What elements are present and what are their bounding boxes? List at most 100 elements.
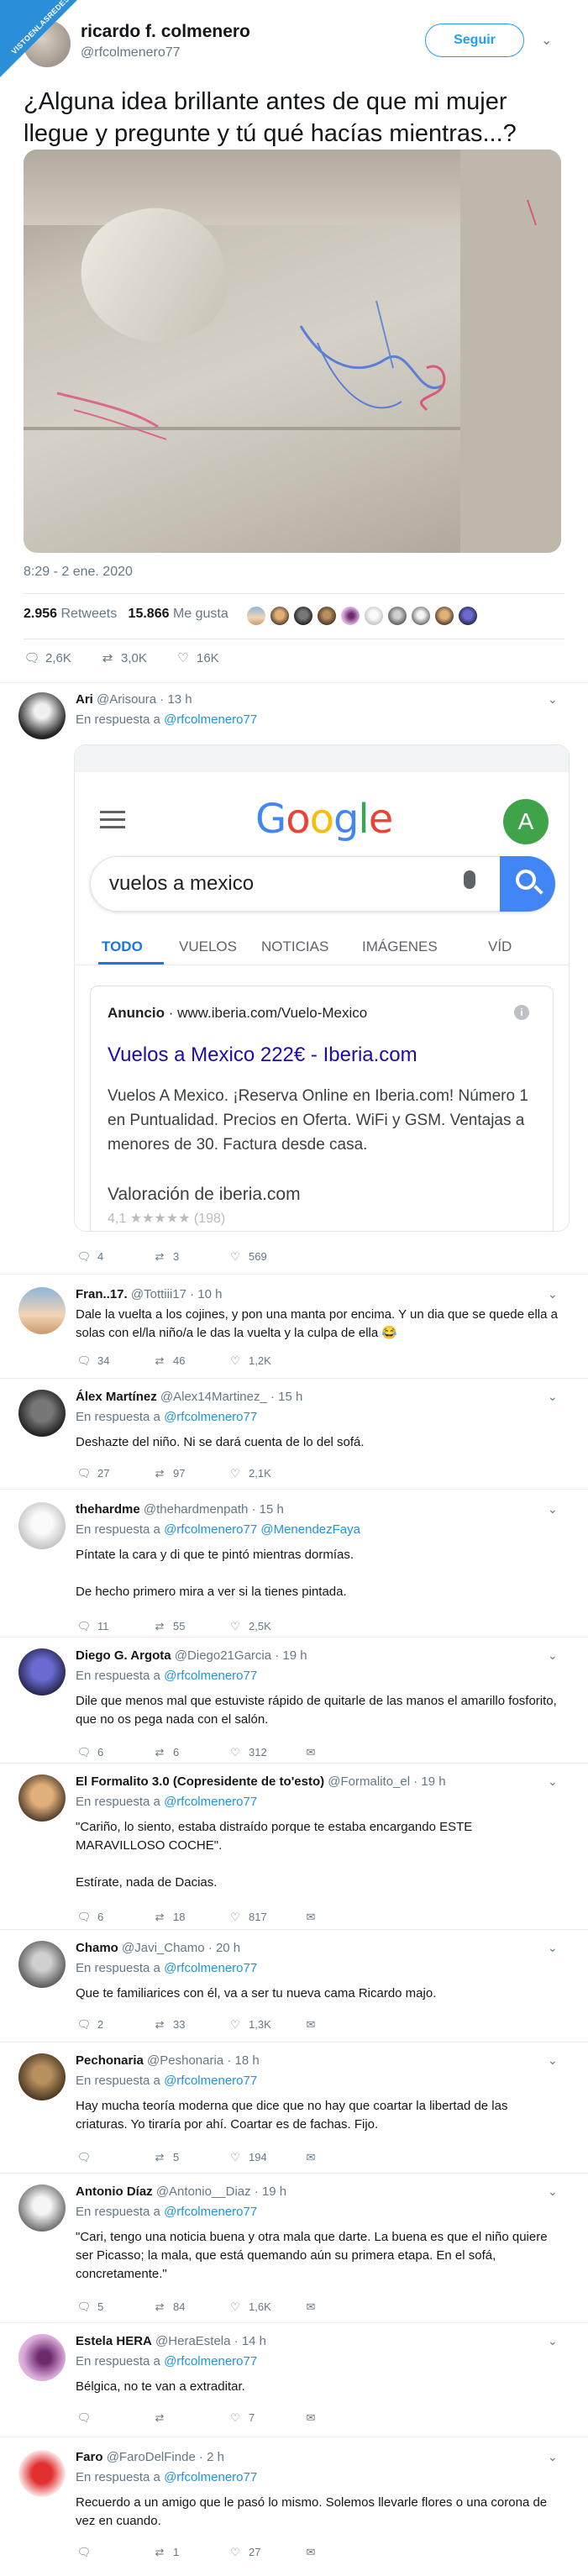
retweet-action[interactable]: ⇄ 55 bbox=[151, 1620, 186, 1633]
chevron-down-icon[interactable]: ⌄ bbox=[548, 1648, 558, 1663]
reply-action[interactable]: 🗨 11 bbox=[76, 1620, 109, 1633]
message-action[interactable]: ✉ bbox=[302, 2546, 324, 2559]
chevron-down-icon[interactable]: ⌄ bbox=[541, 32, 552, 49]
reply-author[interactable]: Antonio Díaz @Antonio__Diaz · 19 h bbox=[76, 2184, 286, 2199]
reply-action[interactable]: 🗨 bbox=[76, 2546, 97, 2559]
mention-link[interactable]: @rfcolmenero77 @MenendezFaya bbox=[164, 1522, 360, 1537]
message-action[interactable]: ✉ bbox=[302, 2300, 324, 2314]
like-action[interactable]: ♡ 2,1K bbox=[227, 1467, 271, 1480]
avatar[interactable] bbox=[18, 692, 66, 739]
liker-avatar[interactable] bbox=[363, 605, 385, 627]
liker-avatar[interactable] bbox=[386, 605, 408, 627]
retweet-action[interactable]: ⇄ 3,0K bbox=[99, 650, 147, 665]
avatar[interactable] bbox=[18, 1774, 66, 1822]
liker-avatar[interactable] bbox=[269, 605, 291, 627]
chevron-down-icon[interactable]: ⌄ bbox=[548, 1502, 558, 1517]
reply-author[interactable]: Estela HERA @HeraEstela · 14 h bbox=[76, 2334, 266, 2348]
mention-link[interactable]: @rfcolmenero77 bbox=[164, 1410, 257, 1424]
reply-author[interactable]: thehardme @thehardmenpath · 15 h bbox=[76, 1502, 284, 1517]
retweet-action[interactable]: ⇄ 18 bbox=[151, 1911, 186, 1924]
retweet-action[interactable]: ⇄ 3 bbox=[151, 1250, 180, 1264]
mention-link[interactable]: @rfcolmenero77 bbox=[164, 2470, 257, 2484]
liker-avatar[interactable] bbox=[410, 605, 432, 627]
chevron-down-icon[interactable]: ⌄ bbox=[548, 1774, 558, 1789]
reply-author[interactable]: Fran..17. @Tottiii17 · 10 h bbox=[76, 1287, 223, 1301]
like-action[interactable]: ♡ 1,3K bbox=[227, 2018, 271, 2032]
liker-avatar[interactable] bbox=[316, 605, 338, 627]
like-action[interactable]: ♡ 1,6K bbox=[227, 2300, 271, 2314]
like-action[interactable]: ♡ 1,2K bbox=[227, 1354, 271, 1368]
reply-author[interactable]: Faro @FaroDelFinde · 2 h bbox=[76, 2450, 224, 2464]
mention-link[interactable]: @rfcolmenero77 bbox=[164, 1961, 257, 1975]
like-action[interactable]: ♡ 16K bbox=[175, 650, 218, 665]
avatar[interactable] bbox=[18, 1287, 66, 1334]
author-name[interactable]: ricardo f. colmenero bbox=[81, 22, 250, 42]
reply-action[interactable]: 🗨 27 bbox=[76, 1467, 110, 1480]
reply-image[interactable]: Google A vuelos a mexico TODO VUELOS NOT… bbox=[74, 744, 570, 1232]
chevron-down-icon[interactable]: ⌄ bbox=[548, 2184, 558, 2199]
liker-avatar[interactable] bbox=[457, 605, 479, 627]
reply-action[interactable]: 🗨 2 bbox=[76, 2018, 104, 2032]
mention-link[interactable]: @rfcolmenero77 bbox=[164, 712, 257, 727]
chevron-down-icon[interactable]: ⌄ bbox=[548, 2334, 558, 2348]
retweet-action[interactable]: ⇄ bbox=[151, 2411, 173, 2425]
mention-link[interactable]: @rfcolmenero77 bbox=[164, 1669, 257, 1683]
reply-action[interactable]: 🗨 bbox=[76, 2411, 97, 2425]
like-action[interactable]: ♡ 817 bbox=[227, 1911, 267, 1924]
liker-avatar[interactable] bbox=[245, 605, 267, 627]
reply-author[interactable]: Álex Martínez @Alex14Martinez_ · 15 h bbox=[76, 1390, 302, 1404]
avatar[interactable] bbox=[18, 1648, 66, 1695]
reply-author[interactable]: Pechonaria @Peshonaria · 18 h bbox=[76, 2053, 260, 2068]
like-action[interactable]: ♡ 194 bbox=[227, 2151, 267, 2164]
avatar[interactable] bbox=[18, 1502, 66, 1549]
mention-link[interactable]: @rfcolmenero77 bbox=[164, 2205, 257, 2219]
reply-author[interactable]: Chamo @Javi_Chamo · 20 h bbox=[76, 1941, 240, 1955]
chevron-down-icon[interactable]: ⌄ bbox=[548, 1941, 558, 1955]
avatar[interactable] bbox=[18, 2450, 66, 2497]
mention-link[interactable]: @rfcolmenero77 bbox=[164, 2074, 257, 2088]
reply-author[interactable]: El Formalito 3.0 (Copresidente de to'est… bbox=[76, 1774, 446, 1789]
like-count[interactable]: 15.866 bbox=[129, 607, 170, 621]
chevron-down-icon[interactable]: ⌄ bbox=[548, 2053, 558, 2068]
retweet-action[interactable]: ⇄ 84 bbox=[151, 2300, 186, 2314]
avatar[interactable] bbox=[18, 2184, 66, 2232]
avatar[interactable] bbox=[18, 1941, 66, 1988]
reply-action[interactable]: 🗨 6 bbox=[76, 1911, 104, 1924]
follow-button[interactable]: Seguir bbox=[425, 24, 524, 57]
retweet-label[interactable]: Retweets bbox=[61, 607, 118, 621]
liker-avatar[interactable] bbox=[433, 605, 455, 627]
message-action[interactable]: ✉ bbox=[302, 2018, 324, 2032]
liker-avatar[interactable] bbox=[292, 605, 314, 627]
tweet-date[interactable]: 8:29 - 2 ene. 2020 bbox=[24, 565, 133, 580]
message-action[interactable]: ✉ bbox=[302, 2411, 324, 2425]
message-action[interactable]: ✉ bbox=[302, 2151, 324, 2164]
like-action[interactable]: ♡ 312 bbox=[227, 1746, 267, 1759]
like-action[interactable]: ♡ 7 bbox=[227, 2411, 255, 2425]
chevron-down-icon[interactable]: ⌄ bbox=[548, 1390, 558, 1404]
reply-action[interactable]: 🗨 4 bbox=[76, 1250, 104, 1264]
tweet-photo[interactable] bbox=[24, 150, 561, 553]
retweet-action[interactable]: ⇄ 6 bbox=[151, 1746, 180, 1759]
avatar[interactable] bbox=[18, 2053, 66, 2100]
retweet-action[interactable]: ⇄ 1 bbox=[151, 2546, 180, 2559]
chevron-down-icon[interactable]: ⌄ bbox=[548, 1287, 558, 1301]
reply-action[interactable]: 🗨 34 bbox=[76, 1354, 110, 1368]
avatar[interactable] bbox=[18, 2334, 66, 2381]
like-action[interactable]: ♡ 2,5K bbox=[227, 1620, 271, 1633]
reply-action[interactable]: 🗨 5 bbox=[76, 2300, 104, 2314]
chevron-down-icon[interactable]: ⌄ bbox=[548, 2450, 558, 2464]
mention-link[interactable]: @rfcolmenero77 bbox=[164, 1795, 257, 1809]
mention-link[interactable]: @rfcolmenero77 bbox=[164, 2354, 257, 2368]
reply-action[interactable]: 🗨 6 bbox=[76, 1746, 104, 1759]
author-handle[interactable]: @rfcolmenero77 bbox=[81, 45, 181, 60]
retweet-action[interactable]: ⇄ 46 bbox=[151, 1354, 186, 1368]
avatar[interactable] bbox=[18, 1390, 66, 1437]
reply-action[interactable]: 🗨 bbox=[76, 2151, 97, 2164]
like-action[interactable]: ♡ 569 bbox=[227, 1250, 267, 1264]
retweet-count[interactable]: 2.956 bbox=[24, 607, 57, 621]
reply-author[interactable]: Diego G. Argota @Diego21Garcia · 19 h bbox=[76, 1648, 307, 1663]
reply-author[interactable]: Ari @Arisoura · 13 h bbox=[76, 692, 192, 707]
retweet-action[interactable]: ⇄ 97 bbox=[151, 1467, 186, 1480]
like-label[interactable]: Me gusta bbox=[173, 607, 228, 621]
liker-avatar[interactable] bbox=[339, 605, 361, 627]
